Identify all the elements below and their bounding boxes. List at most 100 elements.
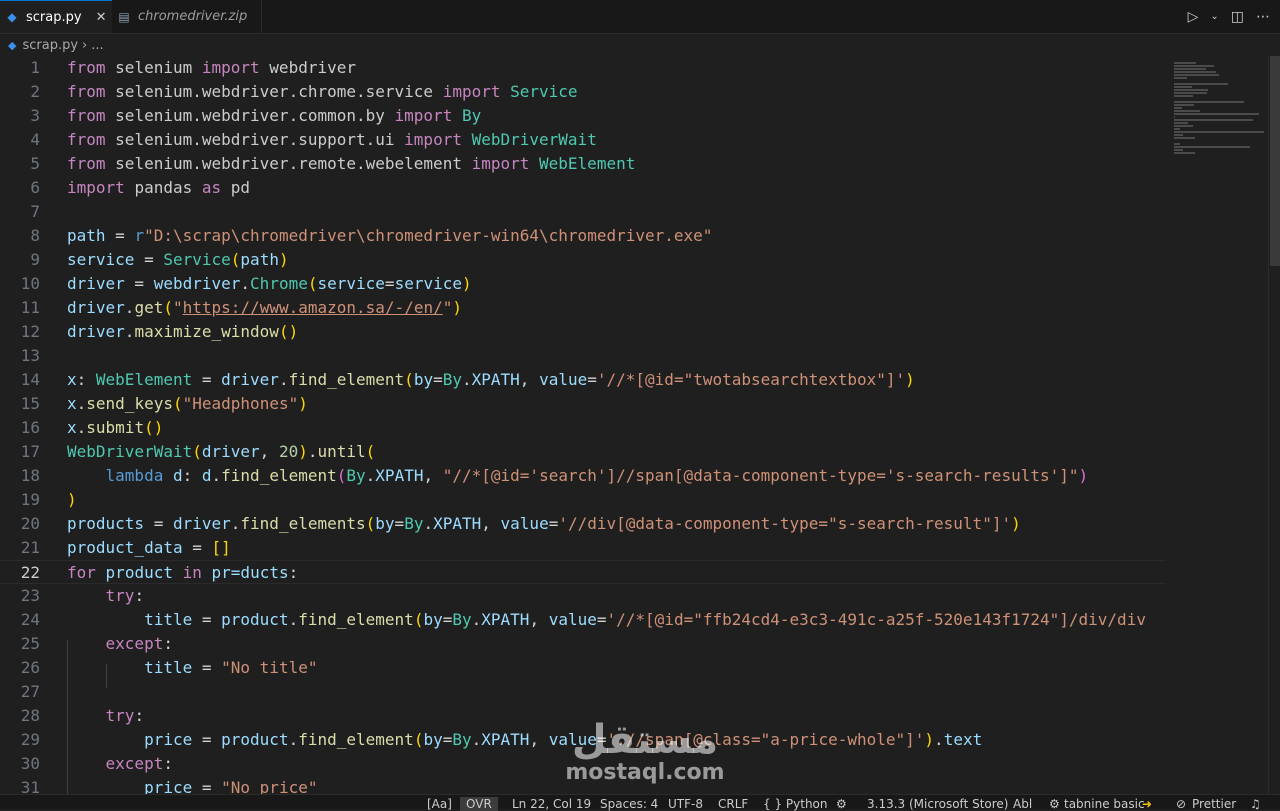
line-number: 30 (20, 754, 40, 773)
split-editor-icon[interactable]: ◫ (1231, 9, 1244, 25)
status-bar: [Aa] OVR Ln 22, Col 19 Spaces: 4 UTF-8 C… (0, 794, 1280, 811)
line-number: 5 (30, 154, 40, 173)
breadcrumb-more[interactable]: ... (91, 38, 103, 53)
code-text: title = "No title" (144, 658, 318, 677)
bell-icon[interactable]: ♫ (1250, 797, 1261, 811)
tab-chromedriver-zip[interactable]: ▤ chromedriver.zip (112, 0, 262, 33)
line-number: 14 (20, 370, 40, 389)
minimap-line (1174, 122, 1188, 124)
close-icon[interactable]: ✕ (96, 10, 107, 25)
more-actions-icon[interactable]: ⋯ (1256, 9, 1270, 25)
tab-label: chromedriver.zip (138, 9, 248, 24)
code-line[interactable]: 7 (0, 200, 1166, 224)
minimap-line (1174, 89, 1208, 91)
code-line[interactable]: 4 from selenium.webdriver.support.ui impo… (0, 128, 1166, 152)
status-encoding[interactable]: UTF-8 (668, 797, 703, 811)
code-line[interactable]: 16 x.submit() (0, 416, 1166, 440)
code-text: from selenium import webdriver (67, 58, 356, 77)
code-editor[interactable]: 1 from selenium import webdriver 2 from sel… (0, 56, 1166, 794)
code-line[interactable]: 19) (0, 488, 1166, 512)
line-number: 7 (30, 202, 40, 221)
line-number: 29 (20, 730, 40, 749)
code-text: ) (67, 490, 77, 509)
code-line[interactable]: 12 driver.maximize_window() (0, 320, 1166, 344)
status-tabnine[interactable]: tabnine basic (1064, 797, 1145, 811)
run-icon[interactable]: ▷ (1188, 9, 1199, 25)
code-text: try: (105, 586, 145, 605)
line-number: 28 (20, 706, 40, 725)
line-number: 4 (30, 130, 40, 149)
code-text: try: (105, 706, 145, 725)
code-line[interactable]: 5 from selenium.webdriver.remote.webeleme… (0, 152, 1166, 176)
chevron-down-icon[interactable]: ⌄ (1210, 11, 1218, 22)
line-number: 3 (30, 106, 40, 125)
minimap[interactable] (1166, 56, 1268, 794)
code-line[interactable]: 25 except: (0, 632, 1166, 656)
minimap-line (1174, 86, 1193, 88)
line-number: 20 (20, 514, 40, 533)
line-number: 18 (20, 466, 40, 485)
status-indentation[interactable]: Spaces: 4 (600, 797, 658, 811)
status-abl[interactable]: Abl (1013, 797, 1032, 811)
status-overwrite-mode[interactable]: OVR (460, 797, 498, 811)
code-line[interactable]: 6 import pandas as pd (0, 176, 1166, 200)
code-line[interactable]: 22 for product in pr=ducts: (0, 560, 1166, 584)
breadcrumb: ◆ scrap.py › ... (0, 34, 1280, 56)
code-text: service = Service(path) (67, 250, 289, 269)
status-language[interactable]: { } Python (763, 797, 828, 811)
editor-actions: ▷ ⌄ ◫ ⋯ (1188, 0, 1270, 33)
line-number: 6 (30, 178, 40, 197)
code-line[interactable]: 20 products = driver.find_elements(by=By.… (0, 512, 1166, 536)
line-number: 26 (20, 658, 40, 677)
status-match-case[interactable]: [Aa] (427, 797, 452, 811)
minimap-line (1174, 152, 1195, 154)
code-line[interactable]: 8 path = r"D:\scrap\chromedriver\chromedr… (0, 224, 1166, 248)
code-line[interactable]: 10 driver = webdriver.Chrome(service=serv… (0, 272, 1166, 296)
code-text: driver.maximize_window() (67, 322, 299, 341)
line-number: 21 (20, 538, 40, 557)
code-line[interactable]: 13 (0, 344, 1166, 368)
minimap-line (1174, 101, 1245, 103)
breadcrumb-file[interactable]: scrap.py (22, 38, 78, 53)
status-prettier[interactable]: Prettier (1192, 797, 1236, 811)
vertical-scrollbar[interactable] (1268, 56, 1280, 794)
zip-file-icon: ▤ (118, 9, 130, 24)
code-text: x: WebElement = driver.find_element(by=B… (67, 370, 915, 389)
code-line[interactable]: 9 service = Service(path) (0, 248, 1166, 272)
code-text: product_data = [] (67, 538, 231, 557)
code-line[interactable]: 11 driver.get("https://www.amazon.sa/-/en… (0, 296, 1166, 320)
code-line[interactable]: 17 WebDriverWait(driver, 20).until( (0, 440, 1166, 464)
watermark-arabic: مستقل (571, 717, 719, 763)
code-line[interactable]: 18 lambda d: d.find_element(By.XPATH, "/… (0, 464, 1166, 488)
line-number: 1 (30, 58, 40, 77)
code-line[interactable]: 24 title = product.find_element(by=By.XP… (0, 608, 1166, 632)
code-line[interactable]: 27 (0, 680, 1166, 704)
code-text: WebDriverWait(driver, 20).until( (67, 442, 376, 461)
minimap-line (1174, 74, 1219, 76)
code-line[interactable]: 23 try: (0, 584, 1166, 608)
line-number: 11 (20, 298, 40, 317)
code-line[interactable]: 1 from selenium import webdriver (0, 56, 1166, 80)
minimap-line (1174, 128, 1181, 130)
scrollbar-thumb[interactable] (1270, 56, 1280, 266)
status-cursor-position[interactable]: Ln 22, Col 19 (512, 797, 591, 811)
code-line[interactable]: 26 title = "No title" (0, 656, 1166, 680)
code-line[interactable]: 21 product_data = [] (0, 536, 1166, 560)
tab-scrap-py[interactable]: ◆ scrap.py ✕ (0, 0, 112, 33)
code-text: title = product.find_element(by=By.XPATH… (144, 610, 1146, 629)
code-line[interactable]: 3 from selenium.webdriver.common.by impor… (0, 104, 1166, 128)
status-eol[interactable]: CRLF (718, 797, 748, 811)
minimap-line (1174, 146, 1250, 148)
minimap-line (1174, 104, 1194, 106)
minimap-line (1174, 68, 1206, 70)
minimap-line (1174, 107, 1182, 109)
code-line[interactable]: 2 from selenium.webdriver.chrome.service … (0, 80, 1166, 104)
watermark: مستقل mostaql.com (560, 720, 730, 790)
minimap-line (1174, 116, 1175, 118)
code-text: lambda d: d.find_element(By.XPATH, "//*[… (105, 466, 1089, 485)
minimap-line (1174, 143, 1181, 145)
code-line[interactable]: 15 x.send_keys("Headphones") (0, 392, 1166, 416)
line-number: 23 (20, 586, 40, 605)
status-interpreter[interactable]: 3.13.3 (Microsoft Store) (867, 797, 1009, 811)
code-line[interactable]: 14 x: WebElement = driver.find_element(by… (0, 368, 1166, 392)
